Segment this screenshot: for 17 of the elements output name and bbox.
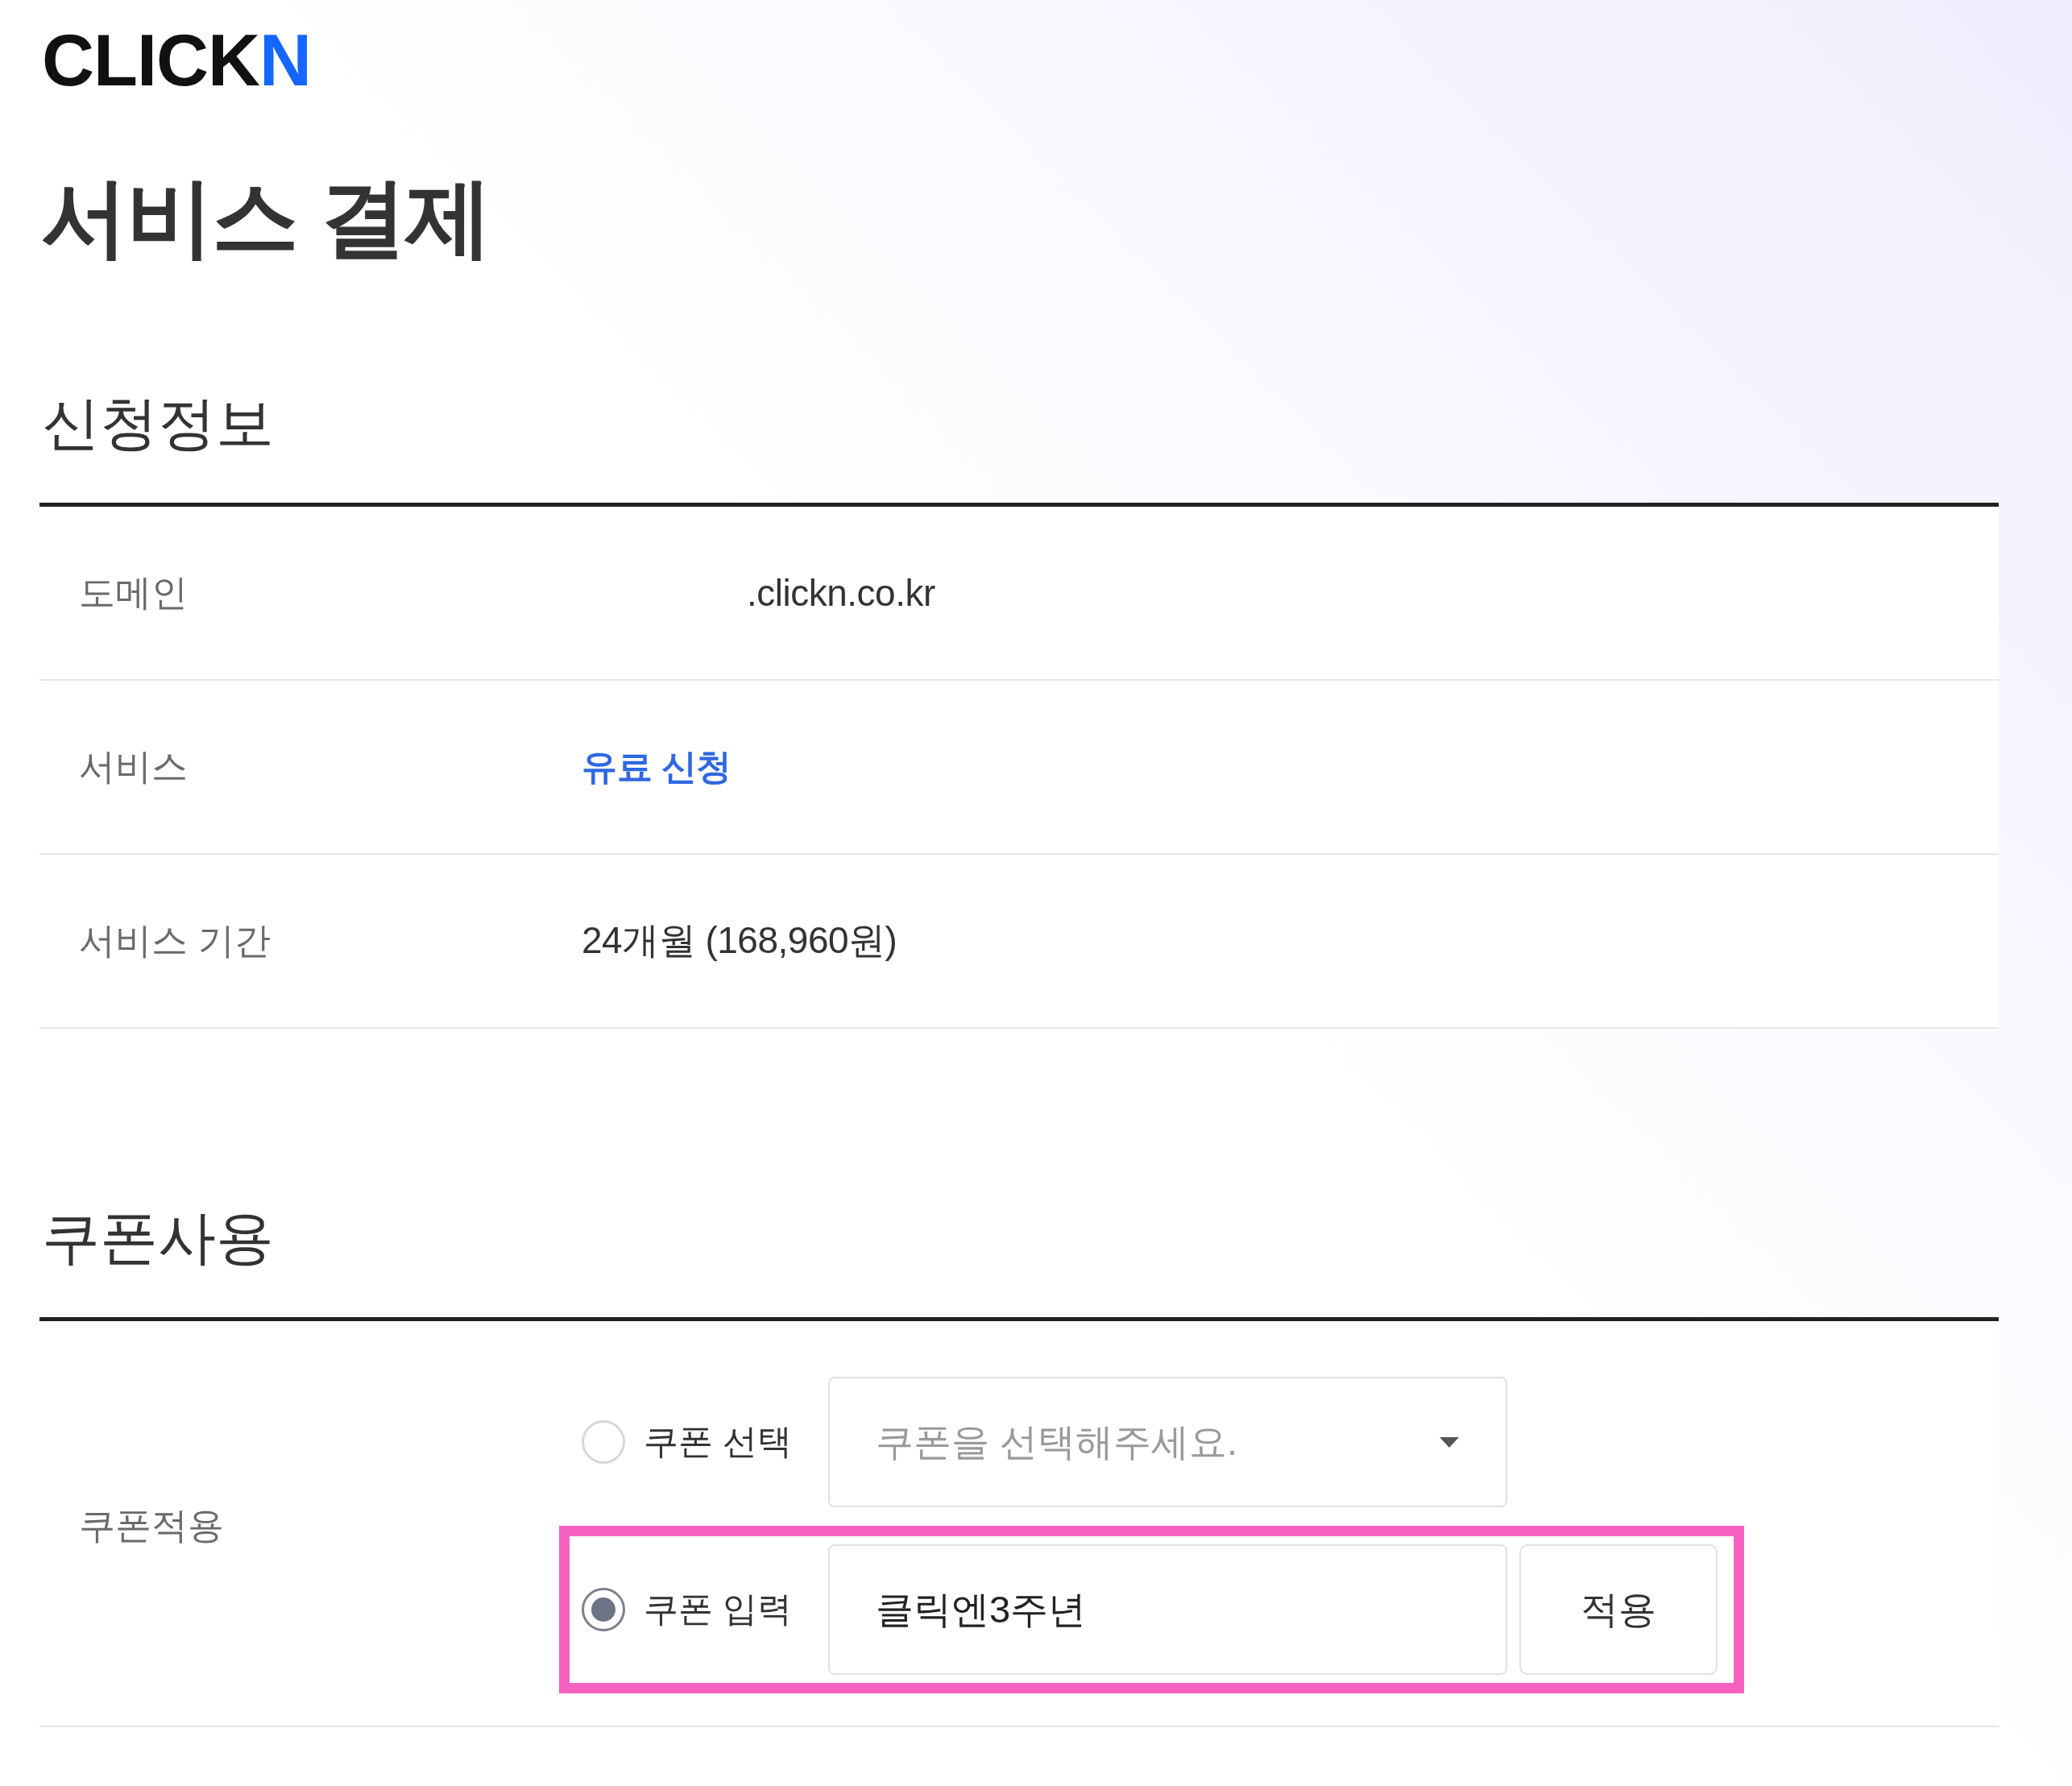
row-value: 24개월 (168,960원) xyxy=(582,918,897,963)
caret-icon xyxy=(1440,1436,1459,1448)
section-heading: 쿠폰사용 xyxy=(41,1208,274,1266)
section-heading: 신청정보 xyxy=(41,394,274,452)
domain-text: .clickn.co.kr xyxy=(747,571,935,615)
coupon-input[interactable]: 클릭엔3주년 xyxy=(828,1544,1507,1675)
logo: CLICKN xyxy=(41,24,311,97)
row-label: 서비스 기간 xyxy=(78,919,271,963)
row-label: 쿠폰적용 xyxy=(78,1504,224,1548)
row-value: 유료 신청 xyxy=(582,745,731,788)
row-label: 도메인 xyxy=(78,571,188,615)
row-label: 서비스 xyxy=(78,745,188,789)
radio-label[interactable]: 쿠폰 선택 xyxy=(625,1419,828,1465)
page-title: 서비스 결제 xyxy=(40,174,491,261)
apply-button[interactable]: 적용 xyxy=(1519,1544,1718,1675)
radio-button[interactable] xyxy=(582,1588,625,1631)
radio-label[interactable]: 쿠폰 입력 xyxy=(625,1586,828,1633)
